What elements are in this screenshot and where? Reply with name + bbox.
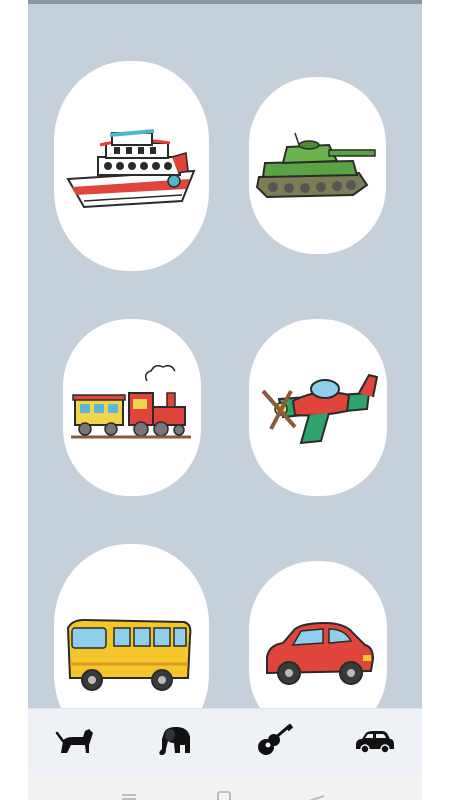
car-icon — [356, 731, 394, 754]
nav-animals-dog[interactable] — [53, 723, 97, 759]
tank-icon — [255, 132, 376, 199]
dog-icon — [55, 729, 93, 753]
ship-icon — [66, 129, 196, 209]
card-car[interactable] — [249, 561, 387, 708]
nav-music-guitar[interactable] — [252, 723, 296, 759]
home-icon[interactable] — [217, 791, 231, 800]
elephant-icon — [159, 727, 190, 755]
train-icon — [71, 364, 191, 439]
menu-icon[interactable] — [122, 794, 136, 800]
nav-vehicles-car[interactable] — [352, 723, 396, 759]
card-airplane[interactable] — [249, 319, 387, 496]
airplane-icon — [261, 373, 379, 445]
guitar-icon — [258, 723, 294, 755]
nav-animals-elephant[interactable] — [152, 723, 196, 759]
bottom-nav — [28, 708, 422, 775]
card-ship[interactable] — [54, 61, 209, 271]
vehicle-grid — [28, 4, 422, 708]
bus-icon — [66, 618, 192, 691]
card-bus[interactable] — [54, 544, 209, 708]
card-train[interactable] — [63, 319, 201, 496]
back-icon[interactable] — [308, 795, 325, 800]
system-nav-bar — [28, 774, 422, 800]
car-icon — [266, 621, 375, 685]
card-tank[interactable] — [249, 77, 386, 254]
